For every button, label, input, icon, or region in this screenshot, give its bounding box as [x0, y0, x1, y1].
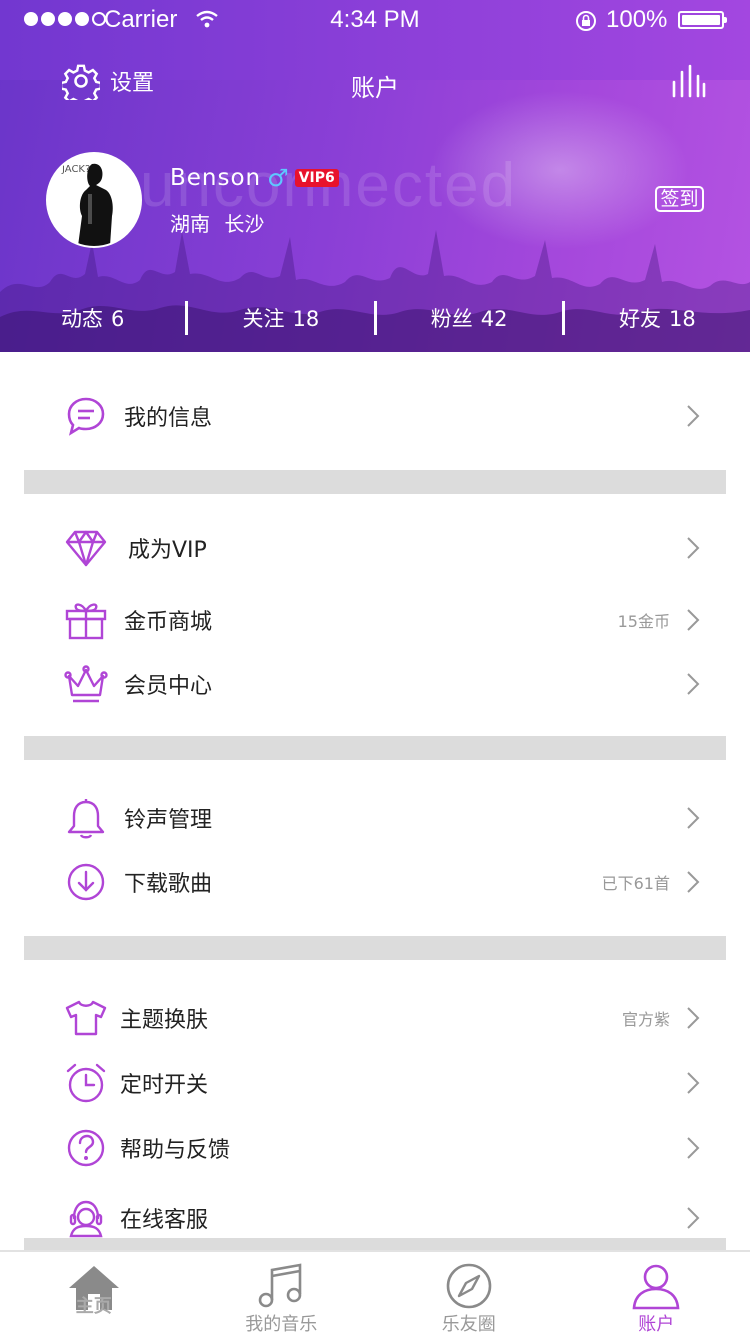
- crown-icon: [64, 662, 108, 706]
- status-bar: Carrier 4:34 PM 100%: [0, 0, 750, 40]
- menu-label: 主题换肤: [120, 1008, 209, 1033]
- question-icon: [64, 1126, 108, 1170]
- menu-item-messages[interactable]: 我的信息: [24, 384, 726, 448]
- chevron-right-icon: [687, 405, 700, 427]
- stat-posts[interactable]: 动态 6: [0, 303, 185, 333]
- tab-label: 我的音乐: [245, 1314, 318, 1335]
- tab-label: 乐友圈: [441, 1314, 496, 1335]
- download-count: 已下61首: [601, 874, 670, 893]
- gift-icon: [64, 598, 108, 642]
- tab-bar: 主页 我的音乐 乐友圈 账户: [0, 1250, 750, 1338]
- chevron-right-icon: [687, 871, 700, 893]
- coin-balance: 15金币: [617, 612, 670, 631]
- nav-bar: 设置 账户: [0, 52, 750, 112]
- compass-icon: [446, 1263, 492, 1309]
- menu-label: 定时开关: [120, 1073, 209, 1098]
- vip-badge: VIP6: [294, 169, 339, 187]
- menu-label: 金币商城: [124, 610, 213, 635]
- rotation-lock-icon: [576, 11, 596, 31]
- stat-following[interactable]: 关注 18: [188, 303, 373, 333]
- chevron-right-icon: [687, 673, 700, 695]
- menu-label: 帮助与反馈: [120, 1138, 231, 1163]
- menu-label: 成为VIP: [128, 538, 207, 563]
- tab-friends[interactable]: 乐友圈: [375, 1252, 563, 1338]
- svg-text:JACK?: JACK?: [61, 164, 90, 175]
- equalizer-icon[interactable]: [670, 64, 706, 98]
- profile-header: unconnected Carrier 4:34 PM 100%: [0, 0, 750, 352]
- chevron-right-icon: [687, 1137, 700, 1159]
- menu-label: 我的信息: [124, 406, 213, 431]
- user-name-row: Benson ♂ VIP6: [170, 164, 339, 192]
- menu-item-help[interactable]: 帮助与反馈: [24, 1116, 726, 1180]
- battery-icon: [678, 11, 727, 29]
- chevron-right-icon: [687, 1007, 700, 1029]
- chevron-right-icon: [687, 609, 700, 631]
- alarm-clock-icon: [64, 1061, 108, 1105]
- menu-label: 会员中心: [124, 674, 213, 699]
- chevron-right-icon: [687, 1207, 700, 1229]
- section-divider: [24, 936, 726, 960]
- stat-followers[interactable]: 粉丝 42: [377, 303, 562, 333]
- tab-my-music[interactable]: 我的音乐: [188, 1252, 376, 1338]
- avatar[interactable]: JACK?: [46, 152, 142, 248]
- diamond-icon: [64, 526, 108, 570]
- chevron-right-icon: [687, 1072, 700, 1094]
- menu-item-theme[interactable]: 主题换肤 官方紫: [24, 986, 726, 1050]
- section-divider: [24, 470, 726, 494]
- menu-item-downloads[interactable]: 下载歌曲 已下61首: [24, 850, 726, 914]
- bell-icon: [64, 796, 108, 840]
- chevron-right-icon: [687, 537, 700, 559]
- section-divider: [24, 736, 726, 760]
- battery-percent: 100%: [606, 6, 668, 33]
- stat-friends[interactable]: 好友 18: [565, 303, 750, 333]
- section-divider: [24, 1238, 726, 1250]
- download-icon: [64, 860, 108, 904]
- menu-label: 在线客服: [120, 1208, 209, 1233]
- signin-button[interactable]: 签到: [655, 186, 704, 212]
- music-note-icon: [258, 1263, 302, 1308]
- chat-bubble-icon: [64, 394, 108, 438]
- avatar-image: JACK?: [48, 154, 140, 246]
- user-location: 湖南 长沙: [170, 212, 265, 236]
- user-stats: 动态 6 关注 18 粉丝 42 好友 18: [0, 296, 750, 340]
- headset-icon: [64, 1196, 108, 1240]
- menu-item-member-center[interactable]: 会员中心: [24, 652, 726, 716]
- page-title: 账户: [351, 74, 399, 102]
- person-icon: [632, 1264, 680, 1310]
- menu-label: 铃声管理: [124, 808, 213, 833]
- menu-item-coin-shop[interactable]: 金币商城 15金币: [24, 588, 726, 652]
- tab-account[interactable]: 账户: [563, 1252, 750, 1338]
- tab-label: 主页: [75, 1296, 112, 1317]
- current-theme: 官方紫: [621, 1010, 670, 1029]
- menu-item-timer[interactable]: 定时开关: [24, 1051, 726, 1115]
- user-name: Benson: [170, 165, 262, 191]
- chevron-right-icon: [687, 807, 700, 829]
- male-gender-icon: ♂: [267, 164, 289, 192]
- menu-item-become-vip[interactable]: 成为VIP: [24, 516, 726, 580]
- menu-item-ringtones[interactable]: 铃声管理: [24, 786, 726, 850]
- tshirt-icon: [64, 996, 108, 1040]
- tab-home[interactable]: 主页: [0, 1252, 188, 1338]
- tab-label: 账户: [638, 1314, 675, 1335]
- menu-label: 下载歌曲: [124, 872, 213, 897]
